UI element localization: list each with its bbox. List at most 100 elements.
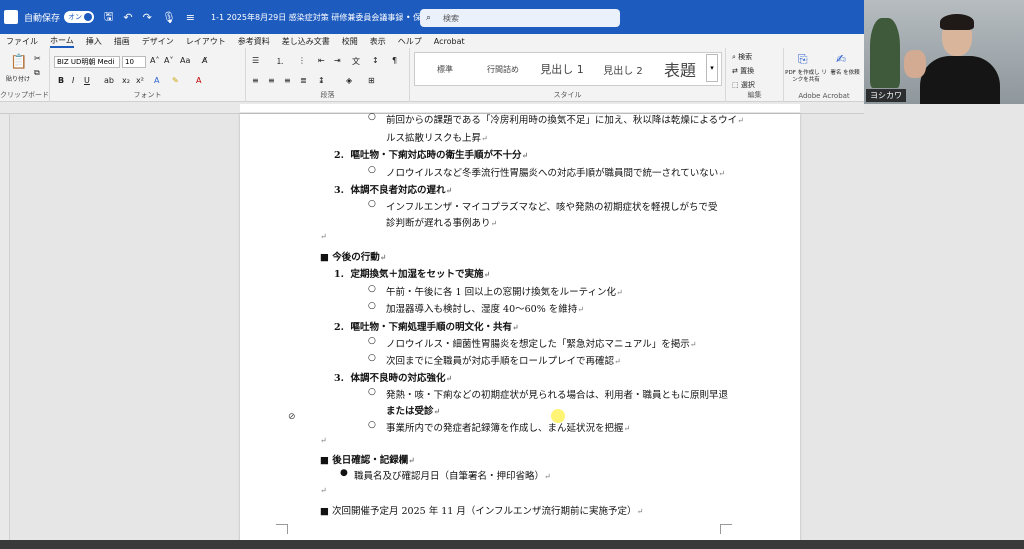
- tab-help[interactable]: ヘルプ: [398, 36, 422, 47]
- style-heading-2[interactable]: 見出し 2: [595, 53, 651, 85]
- shrink-font-icon[interactable]: A˅: [164, 56, 173, 65]
- align-center-icon[interactable]: ≡: [268, 76, 275, 85]
- style-normal[interactable]: 標準: [419, 53, 471, 85]
- strikethrough-icon[interactable]: ab: [104, 76, 114, 85]
- document-page[interactable]: ○ 前回からの課題である「冷房利用時の換気不足」に加え、秋以降は乾燥によるウイ↵…: [240, 112, 800, 549]
- section-heading: ■ 次回開催予定月 2025 年 11 月（インフルエンザ流行期前に実施予定）↵: [320, 506, 644, 517]
- style-no-spacing[interactable]: 行間詰め: [477, 53, 529, 85]
- tab-mailings[interactable]: 差し込み文書: [282, 36, 330, 47]
- webcam-person-hand: [904, 50, 926, 78]
- font-name-select[interactable]: BIZ UD明朝 Medi: [54, 56, 120, 68]
- bold-icon[interactable]: B: [58, 76, 64, 85]
- document-title[interactable]: 1-1 2025年8月29日 感染症対策 研修兼委員会議事録 • 保存済み ∨: [211, 12, 454, 23]
- list-bullet: ○: [368, 420, 376, 430]
- copy-icon[interactable]: ⧉: [34, 68, 40, 78]
- decrease-indent-icon[interactable]: ⇤: [318, 56, 325, 65]
- doc-line: または受診↵: [386, 406, 441, 417]
- webcam-person-body: [920, 56, 1000, 104]
- style-title[interactable]: 表題: [655, 53, 705, 85]
- autosave-toggle[interactable]: オン: [64, 11, 95, 23]
- font-color-icon[interactable]: A: [196, 76, 201, 85]
- section-heading: ■ 後日確認・記録欄↵: [320, 455, 415, 466]
- tab-home[interactable]: ホーム: [50, 35, 74, 48]
- asian-layout-icon[interactable]: 文: [352, 56, 360, 67]
- list-bullet: ○: [368, 112, 376, 122]
- doc-line: 発熱・咳・下痢などの初期症状が見られる場合は、利用者・職員ともに原則早退: [386, 390, 729, 401]
- borders-icon[interactable]: ⊞: [368, 76, 375, 85]
- style-heading-1[interactable]: 見出し 1: [533, 53, 591, 85]
- bottom-bar: [0, 540, 1024, 549]
- replace-button[interactable]: ⇄ 置換: [732, 66, 754, 76]
- search-box[interactable]: ⌕ 検索: [420, 9, 620, 27]
- doc-line: インフルエンザ・マイコプラズマなど、咳や発熱の初期症状を軽視しがちで受: [386, 202, 718, 213]
- cut-icon[interactable]: ✂: [34, 54, 41, 63]
- text-effects-icon[interactable]: A: [154, 76, 159, 85]
- tab-insert[interactable]: 挿入: [86, 36, 102, 47]
- highlight-icon[interactable]: ✎: [172, 76, 179, 85]
- paste-icon[interactable]: 📋: [10, 54, 27, 70]
- search-placeholder: 検索: [443, 13, 460, 23]
- change-case-icon[interactable]: Aa: [180, 56, 190, 65]
- underline-icon[interactable]: U: [84, 76, 90, 85]
- list-bullet: ○: [368, 353, 376, 363]
- request-signature-icon[interactable]: ✍: [836, 52, 846, 66]
- grow-font-icon[interactable]: A˄: [150, 56, 159, 65]
- italic-icon[interactable]: I: [72, 76, 74, 85]
- shading-icon[interactable]: ◈: [346, 76, 352, 85]
- justify-icon[interactable]: ≣: [300, 76, 307, 85]
- empty-paragraph: ↵: [320, 486, 327, 495]
- tab-file[interactable]: ファイル: [6, 36, 38, 47]
- subscript-icon[interactable]: x₂: [122, 76, 130, 85]
- ribbon-tabs: ファイル ホーム 挿入 描画 デザイン レイアウト 参考資料 差し込み文書 校閲…: [0, 34, 864, 48]
- styles-more-button[interactable]: ▾: [706, 54, 718, 82]
- clear-format-icon[interactable]: A̸: [202, 56, 207, 65]
- doc-line: 次回までに全職員が対応手順をロールプレイで再確認↵: [386, 356, 621, 367]
- paragraph-label: 段落: [320, 91, 335, 99]
- ruler-page-area: [240, 104, 800, 112]
- empty-paragraph: ↵: [320, 436, 327, 445]
- tab-view[interactable]: 表示: [370, 36, 386, 47]
- tab-acrobat[interactable]: Acrobat: [434, 37, 465, 46]
- bullets-icon[interactable]: ☰: [252, 56, 259, 65]
- vertical-ruler[interactable]: [0, 114, 10, 549]
- tab-design[interactable]: デザイン: [142, 36, 174, 47]
- undo-icon[interactable]: ↶: [123, 11, 132, 24]
- doc-line: 診判断が遅れる事例あり↵: [386, 218, 498, 229]
- styles-label: スタイル: [553, 91, 582, 99]
- create-pdf-button[interactable]: PDF を作成し リンクを共有: [784, 70, 828, 84]
- tab-layout[interactable]: レイアウト: [186, 36, 226, 47]
- dictate-icon[interactable]: 🎙: [162, 11, 176, 24]
- find-button[interactable]: ⌕ 検索: [732, 52, 752, 62]
- webcam-person-hair: [940, 14, 974, 30]
- select-button[interactable]: ⬚ 選択: [732, 80, 755, 90]
- tab-review[interactable]: 校閲: [342, 36, 358, 47]
- save-icon[interactable]: 🖫: [104, 8, 113, 27]
- ribbon: 📋 貼り付け ✂ ⧉ クリップボード フォント BIZ UD明朝 Medi 10…: [0, 48, 864, 102]
- redo-icon[interactable]: ↷: [143, 11, 152, 24]
- multilevel-list-icon[interactable]: ⋮: [298, 56, 306, 65]
- superscript-icon[interactable]: x²: [136, 76, 144, 85]
- autosave-label: 自動保存: [24, 13, 61, 24]
- line-spacing-icon[interactable]: ↨: [318, 76, 325, 85]
- list-bullet: ○: [368, 284, 376, 294]
- request-signature-button[interactable]: 署名 を依頼: [830, 70, 860, 77]
- show-marks-icon[interactable]: ¶: [392, 56, 397, 65]
- webcam-plant: [870, 18, 900, 88]
- tab-references[interactable]: 参考資料: [238, 36, 270, 47]
- replace-icon: ⇄: [732, 67, 741, 75]
- paste-button[interactable]: 貼り付け: [6, 74, 30, 83]
- align-right-icon[interactable]: ≡: [284, 76, 291, 85]
- increase-indent-icon[interactable]: ⇥: [334, 56, 341, 65]
- tab-draw[interactable]: 描画: [114, 36, 130, 47]
- align-left-icon[interactable]: ≡: [252, 76, 259, 85]
- customize-toolbar-icon[interactable]: ≡: [186, 11, 195, 24]
- sort-icon[interactable]: ↕: [372, 56, 379, 65]
- create-pdf-icon[interactable]: ⎘: [798, 52, 808, 67]
- doc-numbered-item: 2. 嘔吐物・下痢処理手順の明文化・共有↵: [334, 322, 519, 333]
- clipboard-group: 📋 貼り付け ✂ ⧉ クリップボード: [0, 48, 50, 102]
- list-bullet: ○: [368, 165, 376, 175]
- select-icon: ⬚: [732, 81, 741, 89]
- doc-line-partial: 前回からの課題である「冷房利用時の換気不足」に加え、秋以降は乾燥によるウイ↵: [386, 115, 744, 126]
- font-size-select[interactable]: 10: [122, 56, 146, 68]
- numbering-icon[interactable]: ⒈: [276, 56, 284, 67]
